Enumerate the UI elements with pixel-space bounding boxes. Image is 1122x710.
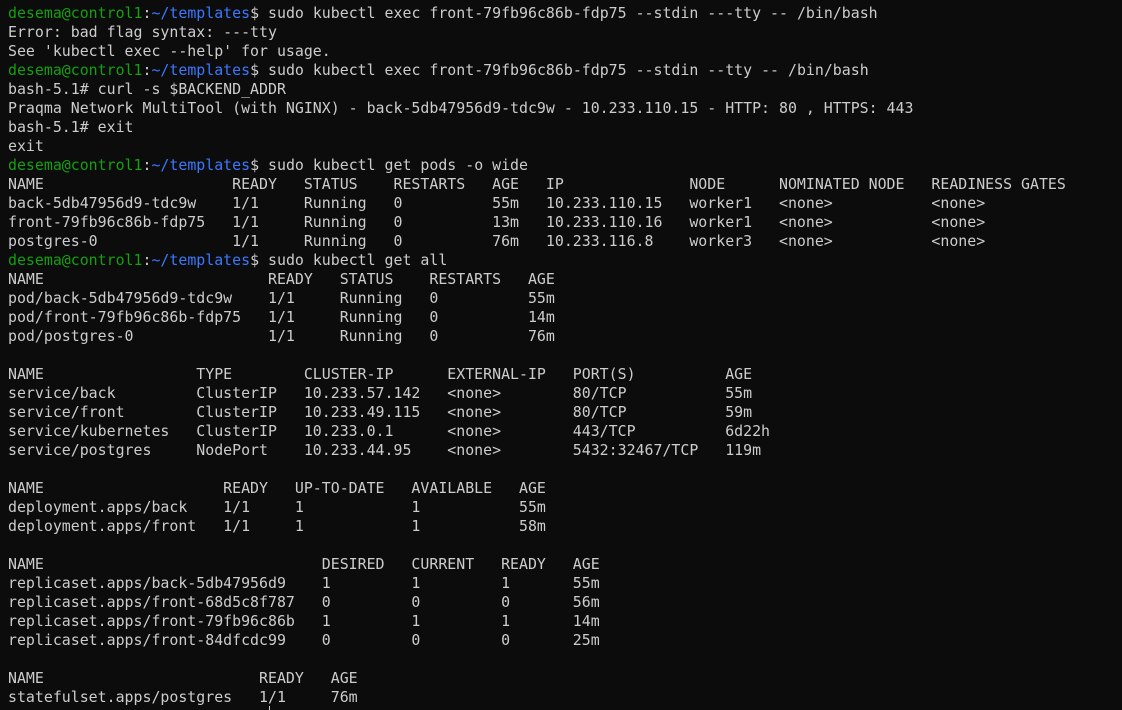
output-line: service/postgres NodePort 10.233.44.95 <… [8,441,1118,460]
output-line: exit [8,137,1118,156]
output-text: replicaset.apps/front-84dfcdc99 0 0 0 25… [8,631,600,649]
prompt-path: ~/templates [151,61,251,79]
output-line: pod/front-79fb96c86b-fdp75 1/1 Running 0… [8,308,1118,327]
output-line: deployment.apps/front 1/1 1 1 58m [8,517,1118,536]
output-line: service/back ClusterIP 10.233.57.142 <no… [8,384,1118,403]
output-text: NAME READY AGE [8,669,358,687]
output-text: pod/front-79fb96c86b-fdp75 1/1 Running 0… [8,308,555,326]
command-text: $ sudo kubectl exec front-79fb96c86b-fdp… [250,4,878,22]
output-line: NAME READY STATUS RESTARTS AGE IP NODE N… [8,175,1118,194]
output-text: Praqma Network MultiTool (with NGINX) - … [8,99,914,117]
output-line: service/kubernetes ClusterIP 10.233.0.1 … [8,422,1118,441]
output-text: back-5db47956d9-tdc9w 1/1 Running 0 55m … [8,194,986,212]
output-text: bash-5.1# exit [8,118,134,136]
output-line: deployment.apps/back 1/1 1 1 55m [8,498,1118,517]
output-line: pod/back-5db47956d9-tdc9w 1/1 Running 0 … [8,289,1118,308]
output-text: bash-5.1# curl -s $BACKEND_ADDR [8,80,286,98]
output-text: deployment.apps/front 1/1 1 1 58m [8,517,546,535]
terminal-output[interactable]: desema@control1:~/templates$ sudo kubect… [8,4,1118,707]
output-line: NAME DESIRED CURRENT READY AGE [8,555,1118,574]
output-line: front-79fb96c86b-fdp75 1/1 Running 0 13m… [8,213,1118,232]
output-text: NAME DESIRED CURRENT READY AGE [8,555,600,573]
output-text: NAME READY UP-TO-DATE AVAILABLE AGE [8,479,546,497]
prompt-line: desema@control1:~/templates$ sudo kubect… [8,4,1118,23]
output-text: statefulset.apps/postgres 1/1 76m [8,688,358,706]
prompt-user: desema@control1 [8,61,143,79]
output-text: pod/postgres-0 1/1 Running 0 76m [8,327,555,345]
output-text: NAME READY STATUS RESTARTS AGE [8,270,555,288]
prompt-line: desema@control1:~/templates$ sudo kubect… [8,61,1118,80]
prompt-path: ~/templates [151,251,251,269]
command-text: $ sudo kubectl get all [250,251,448,269]
output-text: replicaset.apps/back-5db47956d9 1 1 1 55… [8,574,600,592]
command-text: $ sudo kubectl get pods -o wide [250,156,528,174]
prompt-path: ~/templates [151,4,251,22]
command-text: $ sudo kubectl exec front-79fb96c86b-fdp… [250,61,869,79]
output-line: bash-5.1# exit [8,118,1118,137]
output-text: Error: bad flag syntax: ---tty [8,23,277,41]
output-text: deployment.apps/back 1/1 1 1 55m [8,498,546,516]
prompt-user: desema@control1 [8,156,143,174]
prompt-line: desema@control1:~/templates$ sudo kubect… [8,156,1118,175]
output-line: service/front ClusterIP 10.233.49.115 <n… [8,403,1118,422]
output-line: NAME READY AGE [8,669,1118,688]
output-text: NAME READY STATUS RESTARTS AGE IP NODE N… [8,175,1066,193]
output-line: back-5db47956d9-tdc9w 1/1 Running 0 55m … [8,194,1118,213]
output-text: replicaset.apps/front-68d5c8f787 0 0 0 5… [8,593,600,611]
prompt-path: ~/templates [151,156,251,174]
output-line: NAME READY STATUS RESTARTS AGE [8,270,1118,289]
output-text: service/front ClusterIP 10.233.49.115 <n… [8,403,753,421]
output-line: replicaset.apps/front-68d5c8f787 0 0 0 5… [8,593,1118,612]
output-line: bash-5.1# curl -s $BACKEND_ADDR [8,80,1118,99]
terminal-cursor [269,706,270,710]
output-line: pod/postgres-0 1/1 Running 0 76m [8,327,1118,346]
prompt-line: desema@control1:~/templates$ sudo kubect… [8,251,1118,270]
output-line: replicaset.apps/front-84dfcdc99 0 0 0 25… [8,631,1118,650]
output-text: service/kubernetes ClusterIP 10.233.0.1 … [8,422,771,440]
output-text: replicaset.apps/front-79fb96c86b 1 1 1 1… [8,612,600,630]
output-text: See 'kubectl exec --help' for usage. [8,42,331,60]
output-text: postgres-0 1/1 Running 0 76m 10.233.116.… [8,232,986,250]
output-line: postgres-0 1/1 Running 0 76m 10.233.116.… [8,232,1118,251]
output-line: replicaset.apps/front-79fb96c86b 1 1 1 1… [8,612,1118,631]
output-line: NAME TYPE CLUSTER-IP EXTERNAL-IP PORT(S)… [8,365,1118,384]
output-text: exit [8,137,44,155]
output-line: replicaset.apps/back-5db47956d9 1 1 1 55… [8,574,1118,593]
output-line: statefulset.apps/postgres 1/1 76m [8,688,1118,707]
output-text: NAME TYPE CLUSTER-IP EXTERNAL-IP PORT(S)… [8,365,753,383]
output-line: Praqma Network MultiTool (with NGINX) - … [8,99,1118,118]
prompt-user: desema@control1 [8,251,143,269]
output-line: See 'kubectl exec --help' for usage. [8,42,1118,61]
output-line: Error: bad flag syntax: ---tty [8,23,1118,42]
output-text: service/back ClusterIP 10.233.57.142 <no… [8,384,753,402]
prompt-user: desema@control1 [8,4,143,22]
output-line: NAME READY UP-TO-DATE AVAILABLE AGE [8,479,1118,498]
output-text: service/postgres NodePort 10.233.44.95 <… [8,441,762,459]
output-text: front-79fb96c86b-fdp75 1/1 Running 0 13m… [8,213,986,231]
output-text: pod/back-5db47956d9-tdc9w 1/1 Running 0 … [8,289,555,307]
